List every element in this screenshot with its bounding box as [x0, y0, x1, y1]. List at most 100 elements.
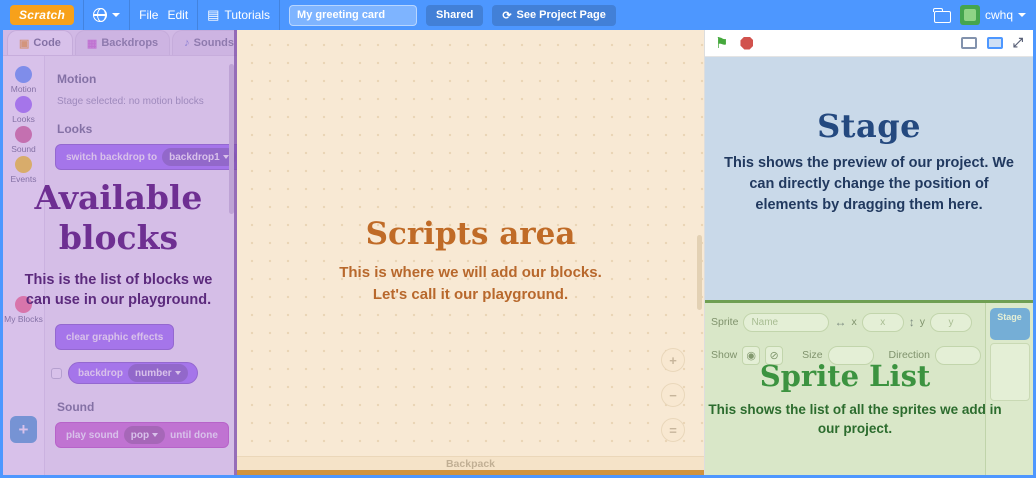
dropdown-value: number: [135, 367, 172, 379]
category-motion-label: Motion: [10, 84, 37, 94]
zoom-out-button[interactable]: −: [661, 383, 685, 407]
project-name-input[interactable]: [289, 4, 418, 26]
my-blocks-category-icon: [15, 296, 32, 313]
block-backdrop-reporter[interactable]: backdrop number: [68, 362, 198, 384]
chevron-down-icon: [152, 433, 159, 437]
category-looks[interactable]: Looks: [3, 96, 44, 124]
direction-label: Direction: [888, 349, 930, 361]
tutorials-icon: [207, 7, 219, 23]
stage-thumbnail[interactable]: [989, 343, 1030, 401]
stage-panel: ⚑ Stage This shows the preview of our pr…: [705, 30, 1033, 300]
code-tab-icon: [19, 37, 29, 50]
globe-icon: [93, 8, 108, 22]
motion-empty-note: Stage selected: no motion blocks: [57, 96, 204, 107]
block-clear-graphic-effects[interactable]: clear graphic effects: [55, 324, 175, 350]
palette-section-motion: Motion: [57, 72, 97, 86]
stage-selector-column: Stage: [985, 303, 1033, 475]
scripts-scrollbar[interactable]: [697, 235, 702, 310]
chevron-down-icon: [222, 155, 229, 159]
stage-preview[interactable]: Stage This shows the preview of our proj…: [705, 57, 1033, 300]
annotation-body: This shows the preview of our project. W…: [724, 155, 1014, 214]
y-label: y: [919, 316, 925, 328]
add-extension-button[interactable]: +: [10, 416, 37, 443]
language-menu[interactable]: [93, 8, 121, 22]
annotation-body: This shows the list of all the sprites w…: [708, 402, 1002, 436]
sprite-name-input[interactable]: [743, 312, 830, 332]
category-my-blocks[interactable]: My Blocks: [3, 296, 44, 324]
stop-icon[interactable]: [740, 36, 754, 50]
zoom-in-button[interactable]: +: [661, 348, 685, 372]
scripts-area-panel[interactable]: + − = Backpack Scripts area This is wher…: [237, 30, 705, 475]
scratch-logo[interactable]: Scratch: [10, 5, 75, 25]
show-label: Show: [711, 349, 738, 361]
show-sprite-button[interactable]: ◉: [742, 345, 761, 365]
tutorials-menu[interactable]: Tutorials: [207, 7, 270, 23]
username: cwhq: [984, 8, 1013, 22]
fullscreen-icon[interactable]: [1013, 35, 1023, 51]
block-play-sound-until-done[interactable]: play sound pop until done: [55, 422, 229, 448]
category-my-blocks-label: My Blocks: [4, 314, 43, 324]
sound-dropdown[interactable]: pop: [123, 426, 166, 444]
backpack-bar[interactable]: Backpack: [237, 456, 704, 471]
tab-code[interactable]: Code: [7, 30, 73, 55]
see-project-page-button[interactable]: ⟳ See Project Page: [492, 4, 616, 26]
block-label: switch backdrop to: [66, 151, 158, 163]
block-label: clear graphic effects: [66, 331, 164, 343]
stage-card[interactable]: Stage: [989, 308, 1030, 340]
refresh-icon: ⟳: [502, 9, 512, 22]
dropdown-value: pop: [130, 429, 150, 441]
see-project-page-label: See Project Page: [516, 9, 606, 21]
direction-input[interactable]: [934, 345, 981, 365]
looks-category-icon: [15, 96, 32, 113]
tutorials-label: Tutorials: [224, 8, 271, 22]
menu-bar: Scratch File Edit Tutorials Shared ⟳ See…: [0, 0, 1036, 30]
y-position-input[interactable]: [929, 312, 972, 332]
shared-button[interactable]: Shared: [426, 4, 484, 26]
palette-scrollbar[interactable]: [229, 64, 234, 214]
divider: [279, 0, 281, 30]
palette-section-sound: Sound: [57, 400, 95, 414]
file-menu[interactable]: File: [139, 8, 158, 22]
category-events[interactable]: Events: [3, 156, 44, 184]
block-switch-backdrop[interactable]: switch backdrop to backdrop1: [55, 144, 247, 170]
category-motion[interactable]: Motion: [3, 66, 44, 94]
chevron-down-icon: [1018, 13, 1026, 17]
divider: [129, 0, 131, 30]
account-menu[interactable]: cwhq: [959, 5, 1026, 25]
category-looks-label: Looks: [12, 114, 35, 124]
tab-code-label: Code: [33, 37, 61, 49]
category-strip: Motion Looks Sound Events My Blocks: [3, 56, 45, 475]
backdrop-dropdown[interactable]: backdrop1: [162, 148, 236, 166]
tab-sounds[interactable]: Sounds: [172, 30, 247, 55]
avatar: [959, 5, 980, 25]
backdrop-property-dropdown[interactable]: number: [128, 364, 188, 382]
annotation-title: Stage: [817, 107, 921, 145]
large-stage-icon[interactable]: [986, 37, 1003, 49]
divider: [197, 0, 199, 30]
small-stage-icon[interactable]: [960, 37, 977, 49]
backdrop-checkbox[interactable]: [51, 367, 62, 379]
edit-menu[interactable]: Edit: [167, 8, 188, 22]
green-flag-icon[interactable]: ⚑: [715, 36, 728, 51]
stage-controls-bar: ⚑: [705, 30, 1033, 57]
size-label: Size: [802, 349, 823, 361]
block-label: play sound: [66, 429, 119, 441]
zoom-reset-button[interactable]: =: [661, 418, 685, 442]
hide-sprite-button[interactable]: ⊘: [765, 345, 784, 365]
category-sound[interactable]: Sound: [3, 126, 44, 154]
x-label: x: [851, 316, 857, 328]
tab-backdrops-label: Backdrops: [101, 37, 159, 49]
dropdown-value: backdrop1: [169, 151, 220, 163]
chevron-down-icon: [174, 371, 181, 375]
scratch-editor-window: Scratch File Edit Tutorials Shared ⟳ See…: [0, 0, 1036, 478]
tab-backdrops[interactable]: Backdrops: [74, 30, 171, 55]
backdrop-reporter-row: backdrop number: [51, 362, 198, 384]
my-stuff-folder-icon[interactable]: [933, 7, 951, 23]
sprite-info-panel: Sprite ↔ x ↕ y Show ◉ ⊘ Size Direction: [711, 311, 981, 377]
x-arrow-icon: ↔: [834, 315, 847, 329]
stage-size-controls: [960, 35, 1023, 51]
sprite-info-row-2: Show ◉ ⊘ Size Direction: [711, 344, 981, 366]
size-input[interactable]: [827, 345, 874, 365]
x-position-input[interactable]: [861, 312, 904, 332]
palette-section-looks: Looks: [57, 122, 93, 136]
